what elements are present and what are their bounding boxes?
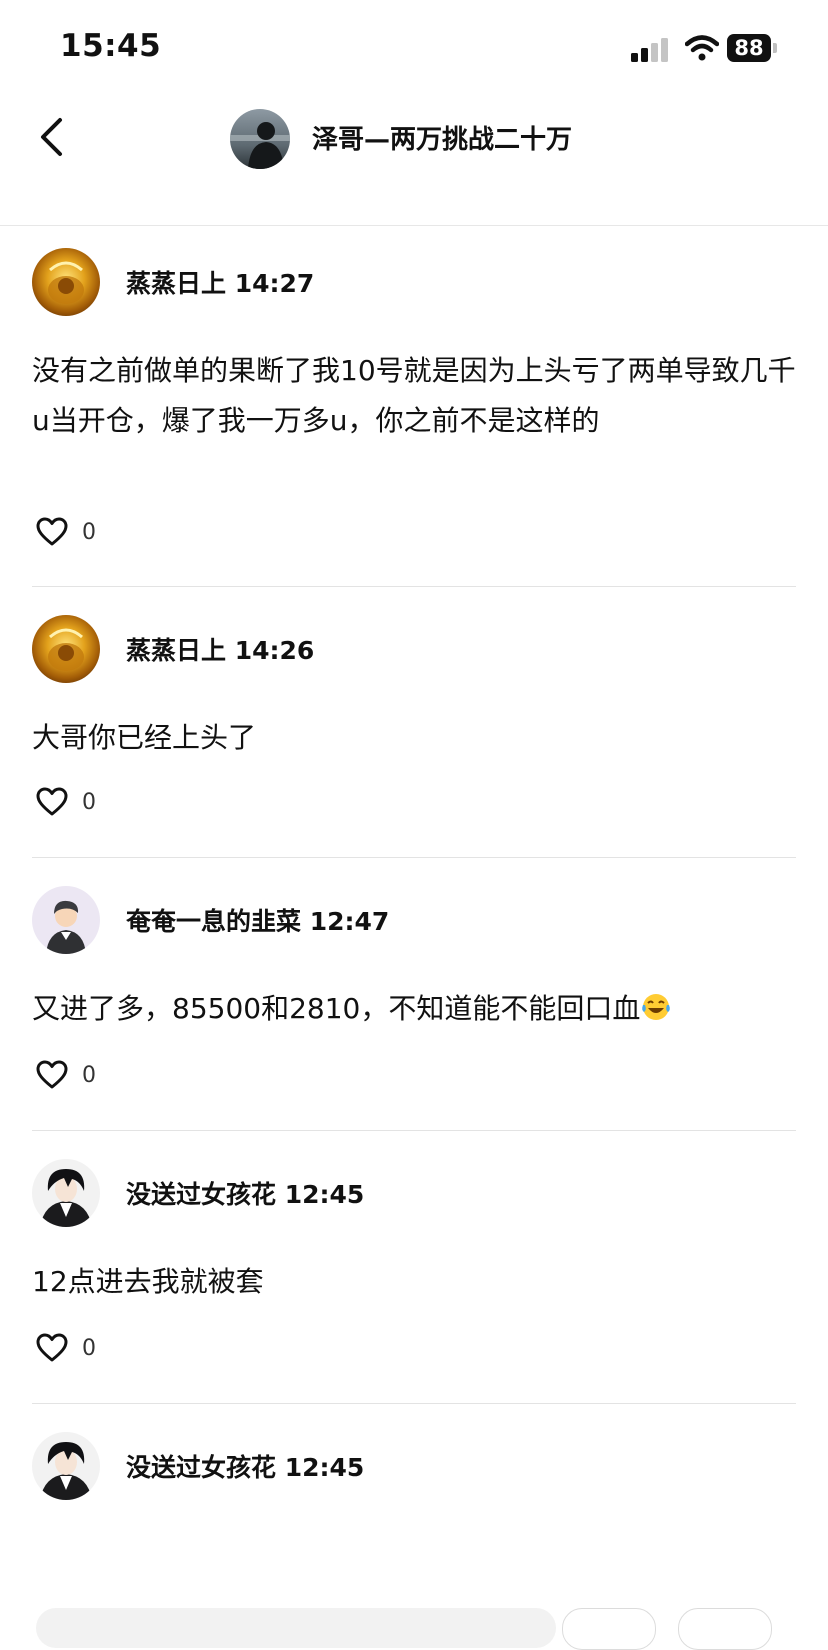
like-count: 0	[82, 1335, 96, 1361]
commenter-avatar[interactable]	[32, 1159, 100, 1227]
comment-text: 大哥你已经上头了	[32, 721, 257, 754]
cellular-signal-icon	[631, 38, 668, 62]
heart-icon	[36, 1333, 68, 1362]
comment-time: 12:47	[309, 907, 390, 936]
back-button[interactable]	[30, 113, 72, 161]
comment-item: 蒸蒸日上 14:26 大哥你已经上头了 0	[32, 587, 796, 858]
comment-time: 14:27	[234, 269, 315, 298]
heart-icon	[36, 1060, 68, 1089]
like-button[interactable]: 0	[36, 785, 96, 819]
battery-icon: 88	[727, 34, 777, 62]
comment-author[interactable]: 没送过女孩花	[126, 1453, 276, 1482]
action-button[interactable]	[678, 1608, 772, 1650]
commenter-avatar[interactable]	[32, 615, 100, 683]
commenter-avatar[interactable]	[32, 886, 100, 954]
chevron-left-icon	[41, 118, 62, 156]
like-count: 0	[82, 789, 96, 815]
heart-icon	[36, 787, 68, 816]
like-button[interactable]: 0	[36, 1331, 96, 1365]
comment-text: 又进了多，85500和2810，不知道能不能回口血	[32, 984, 796, 1034]
comment-time: 14:26	[234, 636, 315, 665]
comment-time: 12:45	[284, 1180, 365, 1209]
comment-meta: 蒸蒸日上 14:27	[126, 264, 314, 300]
commenter-avatar[interactable]	[32, 1432, 100, 1500]
comment-author[interactable]: 蒸蒸日上	[126, 269, 226, 298]
wifi-icon	[685, 35, 719, 61]
like-count: 0	[82, 519, 96, 545]
comment-meta: 没送过女孩花 12:45	[126, 1448, 364, 1484]
comment-text-body: 又进了多，85500和2810，不知道能不能回口血	[32, 992, 641, 1025]
like-button[interactable]: 0	[36, 515, 96, 549]
action-button[interactable]	[562, 1608, 656, 1650]
comment-author[interactable]: 蒸蒸日上	[126, 636, 226, 665]
like-button[interactable]: 0	[36, 1058, 96, 1092]
comment-meta: 没送过女孩花 12:45	[126, 1175, 364, 1211]
commenter-avatar[interactable]	[32, 248, 100, 316]
comment-text: 12点进去我就被套	[32, 1265, 264, 1298]
status-time: 15:45	[60, 28, 162, 64]
comment-meta: 奄奄一息的韭菜 12:47	[126, 902, 389, 938]
comment-item: 蒸蒸日上 14:27 没有之前做单的果断了我10号就是因为上头亏了两单导致几千u…	[32, 226, 796, 587]
post-header: 泽哥—两万挑战二十万	[0, 95, 828, 226]
comment-author[interactable]: 没送过女孩花	[126, 1180, 276, 1209]
comment-input[interactable]	[36, 1608, 556, 1648]
laughing-tears-emoji-icon	[642, 994, 671, 1020]
comment-item: 没送过女孩花 12:45	[32, 1404, 796, 1604]
status-bar: 15:45 88	[0, 0, 828, 95]
comment-item: 奄奄一息的韭菜 12:47 又进了多，85500和2810，不知道能不能回口血 …	[32, 858, 796, 1131]
comment-author[interactable]: 奄奄一息的韭菜	[126, 907, 301, 936]
comment-item: 没送过女孩花 12:45 12点进去我就被套 0	[32, 1131, 796, 1404]
author-avatar[interactable]	[230, 109, 290, 169]
comment-time: 12:45	[284, 1453, 365, 1482]
page-title: 泽哥—两万挑战二十万	[312, 125, 573, 155]
battery-level: 88	[727, 34, 771, 62]
comment-meta: 蒸蒸日上 14:26	[126, 631, 314, 667]
heart-icon	[36, 517, 68, 546]
like-count: 0	[82, 1062, 96, 1088]
comment-text: 没有之前做单的果断了我10号就是因为上头亏了两单导致几千u当开仓，爆了我一万多u…	[32, 354, 796, 437]
